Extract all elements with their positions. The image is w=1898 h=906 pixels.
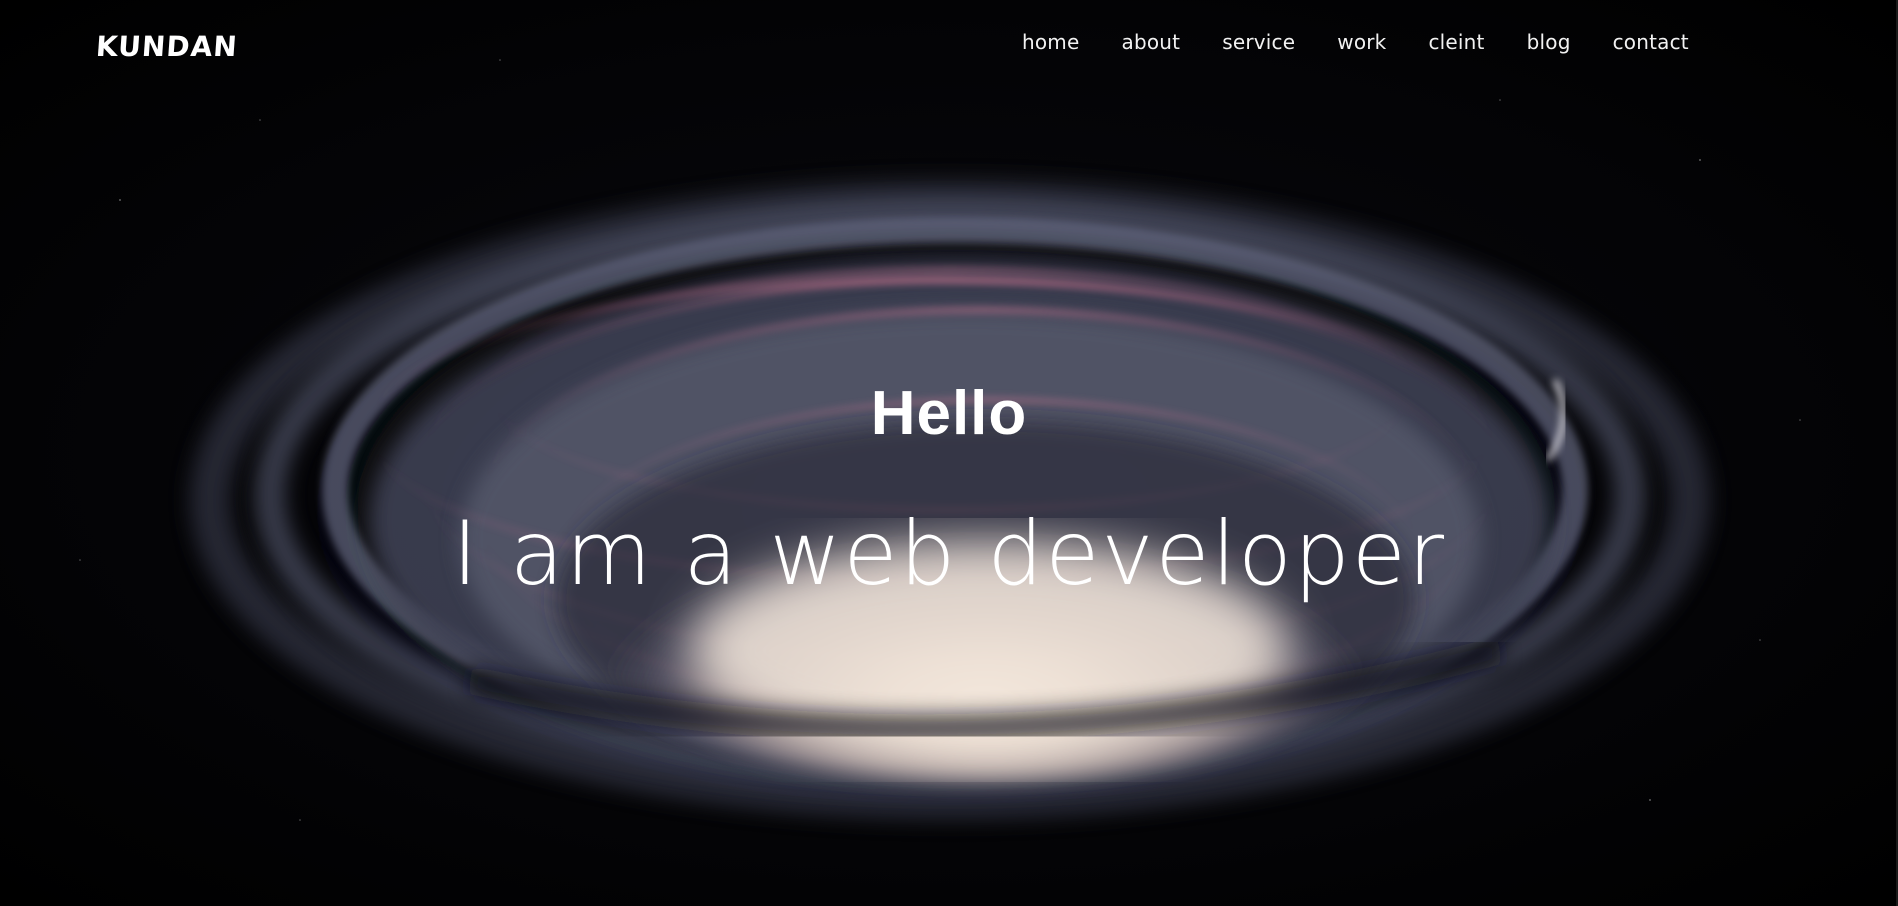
nav-link-client[interactable]: cleint <box>1428 30 1484 54</box>
hero-greeting: Hello <box>870 379 1028 448</box>
galaxy-vortex-image <box>79 59 1801 870</box>
nav-link-contact[interactable]: contact <box>1613 30 1689 54</box>
page: KUNDAN home about service work cleint bl… <box>0 0 1898 906</box>
hero-subtitle: I am a web developer <box>451 502 1447 605</box>
nav-link-home[interactable]: home <box>1022 30 1080 54</box>
site-logo[interactable]: KUNDAN <box>95 30 239 63</box>
nav-link-about[interactable]: about <box>1122 30 1181 54</box>
nav-link-blog[interactable]: blog <box>1527 30 1571 54</box>
nav-link-service[interactable]: service <box>1222 30 1295 54</box>
header: KUNDAN home about service work cleint bl… <box>0 0 1898 90</box>
nav-link-work[interactable]: work <box>1337 30 1386 54</box>
main-nav: home about service work cleint blog cont… <box>1022 30 1689 54</box>
